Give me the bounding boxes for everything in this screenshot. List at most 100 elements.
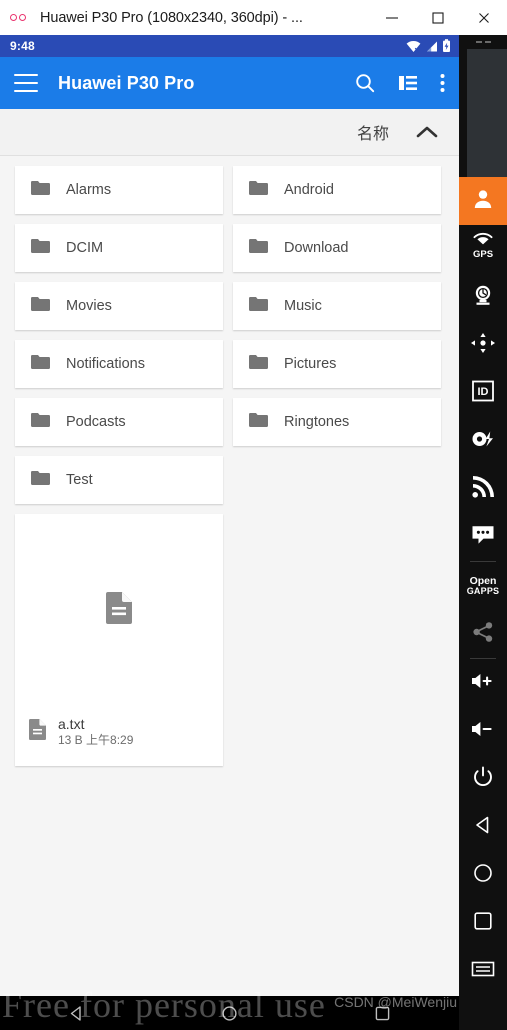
status-clock: 9:48 (10, 39, 35, 53)
folder-card[interactable]: Pictures (233, 340, 441, 388)
cellular-signal-icon (425, 40, 438, 53)
folder-name: Alarms (66, 182, 112, 198)
dpad-icon (470, 332, 496, 359)
wifi-off-icon (406, 40, 421, 53)
circle-home-icon (473, 863, 493, 888)
file-details: 13 B 上午8:29 (58, 733, 134, 748)
folder-card[interactable]: Podcasts (15, 398, 223, 446)
file-meta-text: a.txt 13 B 上午8:29 (58, 716, 133, 748)
folder-card[interactable]: Music (233, 282, 441, 330)
folder-name: Music (284, 298, 322, 314)
share-button[interactable] (459, 610, 507, 658)
folder-icon (249, 354, 268, 375)
message-bubble-icon (471, 524, 495, 550)
folder-icon (249, 296, 268, 317)
network-button[interactable] (459, 465, 507, 513)
nav-back-button[interactable] (68, 1005, 85, 1022)
recents-button[interactable] (459, 899, 507, 947)
id-badge-icon: ID (471, 380, 495, 407)
document-icon-small (29, 719, 46, 745)
svg-text:GPS: GPS (473, 249, 493, 260)
folder-card[interactable]: Test (15, 456, 223, 504)
window-title: Huawei P30 Pro (1080x2340, 360dpi) - ... (40, 9, 303, 26)
status-icon-group (406, 39, 451, 53)
folder-card[interactable]: DCIM (15, 224, 223, 272)
identity-avatar-button[interactable] (459, 177, 507, 225)
app-bar: Huawei P30 Pro (0, 57, 459, 109)
folder-name: Test (66, 472, 93, 488)
sort-bar: 名称 (0, 109, 459, 156)
folder-card[interactable]: Android (233, 166, 441, 214)
power-icon (472, 766, 494, 793)
folder-name: Podcasts (66, 414, 126, 430)
folder-name: Android (284, 182, 334, 198)
file-name: a.txt (58, 716, 85, 733)
accelerometer-button[interactable] (459, 321, 507, 369)
nav-recents-button[interactable] (374, 1005, 391, 1022)
hamburger-menu-icon[interactable] (14, 74, 38, 92)
battery-button[interactable] (459, 417, 507, 465)
folder-card[interactable]: Download (233, 224, 441, 272)
maximize-button[interactable] (415, 0, 461, 35)
android-status-bar: 9:48 (0, 35, 459, 57)
sms-button[interactable] (459, 513, 507, 561)
power-button[interactable] (459, 755, 507, 803)
identifiers-button[interactable]: ID (459, 369, 507, 417)
nav-home-button[interactable] (221, 1005, 238, 1022)
app-bar-actions (354, 72, 445, 94)
window-titlebar[interactable]: Huawei P30 Pro (1080x2340, 360dpi) - ... (0, 0, 507, 36)
folder-icon (249, 180, 268, 201)
minimize-button[interactable] (369, 0, 415, 35)
volume-up-button[interactable] (459, 659, 507, 707)
overflow-menu-icon[interactable] (440, 73, 445, 93)
battery-charging-icon (442, 39, 451, 53)
triangle-back-icon (473, 815, 493, 840)
back-button[interactable] (459, 803, 507, 851)
folder-icon (31, 296, 50, 317)
folder-card[interactable]: Ringtones (233, 398, 441, 446)
folder-card[interactable]: Notifications (15, 340, 223, 388)
person-icon (472, 188, 494, 215)
folder-icon (249, 412, 268, 433)
toolbar-drag-handle[interactable] (459, 35, 507, 49)
folder-grid: Alarms Android DCIM Download Movies Musi… (15, 166, 444, 504)
folder-icon (31, 354, 50, 375)
file-browser-content: Alarms Android DCIM Download Movies Musi… (0, 156, 459, 996)
keyboard-button[interactable] (459, 947, 507, 995)
android-nav-bar (0, 996, 459, 1030)
list-view-icon[interactable] (398, 73, 418, 93)
folder-icon (31, 238, 50, 259)
folder-name: Ringtones (284, 414, 350, 430)
app-bar-title: Huawei P30 Pro (58, 72, 195, 93)
folder-card[interactable]: Alarms (15, 166, 223, 214)
file-meta: a.txt 13 B 上午8:29 (15, 706, 223, 766)
search-icon[interactable] (354, 72, 376, 94)
genymotion-toolbar: GPS ID Open GAPPS (459, 35, 507, 1030)
network-signal-icon (471, 475, 495, 504)
gps-button[interactable]: GPS (459, 225, 507, 273)
camera-icon (471, 283, 495, 312)
sort-label[interactable]: 名称 (357, 120, 389, 144)
folder-name: Pictures (284, 356, 337, 372)
open-gapps-icon: Open GAPPS (467, 576, 500, 596)
folder-name: DCIM (66, 240, 104, 256)
window-controls (369, 0, 507, 35)
folder-card[interactable]: Movies (15, 282, 223, 330)
folder-icon (31, 412, 50, 433)
home-button[interactable] (459, 851, 507, 899)
app-window: Huawei P30 Pro (1080x2340, 360dpi) - ...… (0, 0, 507, 1030)
genymotion-logo-icon (10, 14, 40, 21)
camera-button[interactable] (459, 273, 507, 321)
file-card[interactable]: a.txt 13 B 上午8:29 (15, 514, 223, 766)
volume-down-button[interactable] (459, 707, 507, 755)
open-gapps-button[interactable]: Open GAPPS (459, 562, 507, 610)
keyboard-icon (471, 960, 495, 983)
folder-name: Movies (66, 298, 112, 314)
collapsed-panel (467, 49, 507, 177)
close-button[interactable] (461, 0, 507, 35)
document-icon (106, 591, 132, 629)
folder-name: Download (284, 240, 349, 256)
chevron-up-icon[interactable] (415, 124, 439, 140)
folder-icon (31, 180, 50, 201)
open-gapps-line2: GAPPS (466, 585, 500, 596)
